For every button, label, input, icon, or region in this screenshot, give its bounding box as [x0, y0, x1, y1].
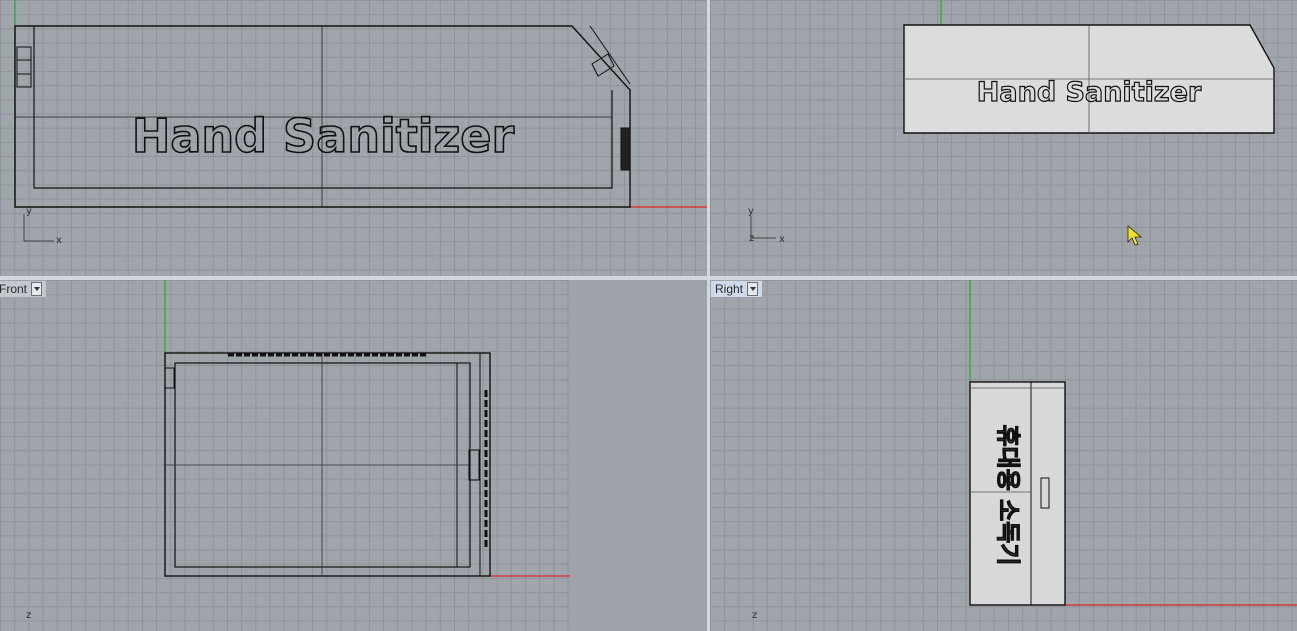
- viewport-right[interactable]: 휴대용 소독기 z Right: [710, 280, 1297, 631]
- axis-label-x: x: [779, 234, 785, 245]
- viewport-perspective[interactable]: Hand Sanitizer y z x: [710, 0, 1297, 276]
- viewport-splitter-vertical[interactable]: [707, 0, 710, 631]
- viewport-front-canvas[interactable]: z: [0, 280, 707, 631]
- axis-label-y: y: [26, 206, 32, 217]
- viewport-top-canvas[interactable]: Hand Sanitizer y x: [0, 0, 707, 276]
- viewport-front[interactable]: z Front: [0, 280, 707, 631]
- chevron-down-icon[interactable]: [747, 282, 759, 296]
- viewport-title-front[interactable]: Front: [0, 280, 48, 298]
- viewport-title-right[interactable]: Right: [710, 280, 764, 298]
- axis-label-z: z: [752, 610, 757, 621]
- arrow-cursor-icon: [1127, 225, 1143, 246]
- viewport-perspective-canvas[interactable]: Hand Sanitizer y z x: [710, 0, 1297, 276]
- background-panel: [570, 280, 707, 631]
- model-text-label: Hand Sanitizer: [132, 109, 515, 163]
- axis-label-z: z: [749, 233, 754, 244]
- model-text-label: Hand Sanitizer: [977, 77, 1202, 108]
- model-text-label: 휴대용 소독기: [994, 425, 1022, 566]
- viewport-splitter-horizontal[interactable]: [0, 276, 1297, 280]
- bevel-line: [589, 25, 631, 85]
- viewport-right-canvas[interactable]: 휴대용 소독기 z: [710, 280, 1297, 631]
- bevel-slot: [591, 53, 615, 77]
- switch-detail: [620, 127, 631, 171]
- side-slot: [16, 46, 32, 88]
- viewport-name: Front: [0, 282, 28, 296]
- axis-label-z: z: [26, 610, 31, 621]
- axis-label-x: x: [56, 235, 62, 246]
- inner-outline: [33, 26, 613, 189]
- viewport-name: Right: [715, 282, 744, 296]
- side-slot: [164, 367, 175, 389]
- viewport-top[interactable]: Hand Sanitizer y x: [0, 0, 707, 276]
- chevron-down-icon[interactable]: [31, 282, 43, 296]
- outer-outline: [164, 352, 491, 577]
- axis-label-y: y: [748, 206, 754, 217]
